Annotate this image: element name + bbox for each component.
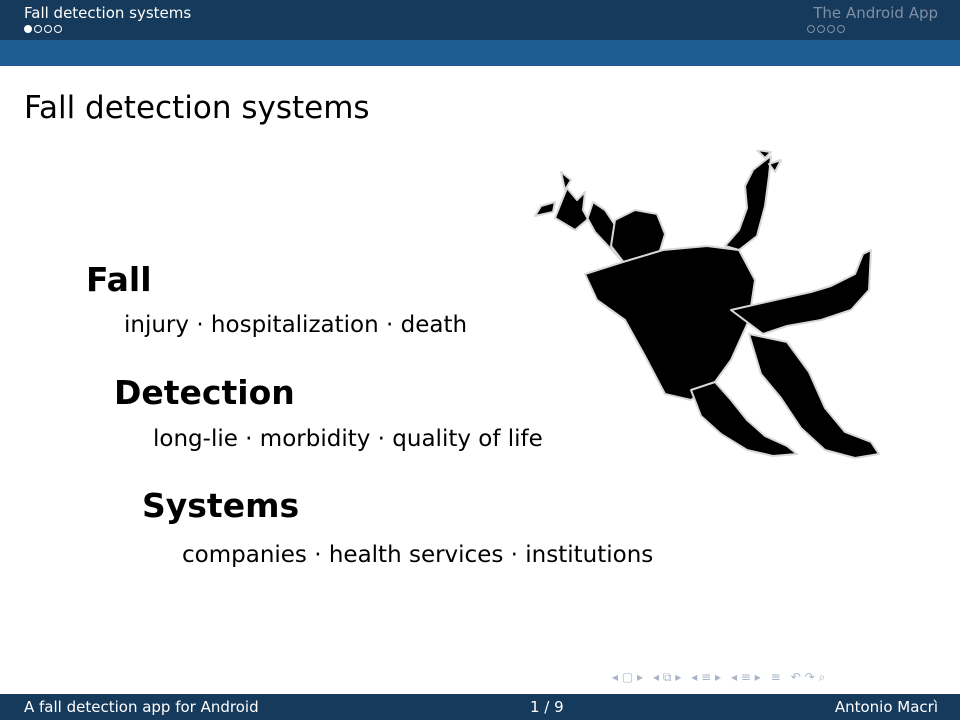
item-subtitle-systems: companies · health services · institutio… — [182, 542, 654, 568]
headline-bar: Fall detection systems The Android App — [0, 0, 960, 40]
page-number: 1 / 9 — [530, 698, 564, 716]
nav-section-icon[interactable]: ◂ ≡ ▸ — [691, 670, 721, 685]
slide-dot[interactable] — [54, 25, 62, 33]
item-title-detection: Detection — [114, 373, 295, 412]
section-link-android-app[interactable]: The Android App — [813, 4, 938, 22]
slide-dot[interactable] — [44, 25, 52, 33]
slide-dot[interactable] — [807, 25, 815, 33]
falling-person-silhouette — [534, 150, 880, 459]
item-subtitle-fall: injury · hospitalization · death — [124, 312, 468, 338]
nav-doc-icon[interactable]: ◂ ≡ ▸ — [731, 670, 761, 685]
section-link-current[interactable]: Fall detection systems — [24, 4, 191, 22]
section-progress-dots — [24, 25, 62, 33]
slide-dot[interactable] — [34, 25, 42, 33]
slide-dot[interactable] — [837, 25, 845, 33]
item-title-systems: Systems — [142, 486, 300, 525]
nav-frame-icon[interactable]: ◂ ▢ ▸ — [612, 670, 643, 685]
footer-bar: A fall detection app for Android 1 / 9 A… — [0, 694, 960, 720]
section-progress-dots-android — [807, 25, 845, 33]
slide-dot[interactable] — [827, 25, 835, 33]
nav-search-icon[interactable]: ↶ ↷ ⌕ — [791, 670, 825, 685]
slide-dot-current[interactable] — [24, 25, 32, 33]
slide-dot[interactable] — [817, 25, 825, 33]
nav-subsection-icon[interactable]: ◂ ⧉ ▸ — [653, 670, 681, 685]
nav-align-icon[interactable]: ≡ — [771, 670, 781, 685]
item-title-fall: Fall — [86, 260, 152, 299]
slide-title: Fall detection systems — [24, 90, 370, 126]
beamer-navigation-bar: ◂ ▢ ▸ ◂ ⧉ ▸ ◂ ≡ ▸ ◂ ≡ ▸ ≡ ↶ ↷ ⌕ — [612, 670, 825, 685]
footer-author: Antonio Macrì — [834, 698, 938, 716]
footer-title: A fall detection app for Android — [24, 698, 259, 716]
item-subtitle-detection: long-lie · morbidity · quality of life — [153, 426, 543, 452]
subheader-band — [0, 40, 960, 66]
